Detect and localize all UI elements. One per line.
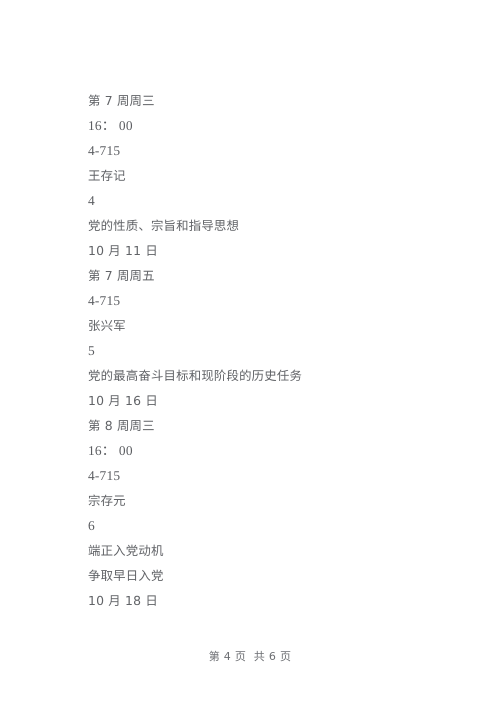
document-line: 6 [88, 518, 95, 533]
document-line: 党的最高奋斗目标和现阶段的历史任务 [88, 368, 303, 383]
document-line: 端正入党动机 [88, 543, 164, 558]
document-line: 16： 00 [88, 443, 133, 458]
document-line: 4-715 [88, 468, 121, 483]
document-line: 16： 00 [88, 118, 133, 133]
document-line: 4-715 [88, 293, 121, 308]
document-line: 4 [88, 193, 95, 208]
document-line: 张兴军 [88, 318, 126, 333]
document-line: 10 月 11 日 [88, 243, 158, 258]
document-line: 宗存元 [88, 493, 126, 508]
document-line: 王存记 [88, 168, 126, 183]
document-line: 争取早日入党 [88, 568, 164, 583]
document-line: 第 7 周周三 [88, 93, 155, 108]
document-line: 第 7 周周五 [88, 268, 155, 283]
document-line: 第 8 周周三 [88, 418, 155, 433]
document-line: 5 [88, 343, 95, 358]
document-page: 第 7 周周三 16： 00 4-715 王存记 4 党的性质、宗旨和指导思想 10 月 1… [0, 0, 500, 707]
document-line: 10 月 16 日 [88, 393, 158, 408]
document-line: 4-715 [88, 143, 121, 158]
document-text-block: 第 7 周周三 16： 00 4-715 王存记 4 党的性质、宗旨和指导思想 10 月 1… [88, 88, 428, 613]
document-line: 10 月 18 日 [88, 593, 158, 608]
page-footer: 第 4 页 共 6 页 [208, 650, 292, 663]
document-line: 党的性质、宗旨和指导思想 [88, 218, 240, 233]
